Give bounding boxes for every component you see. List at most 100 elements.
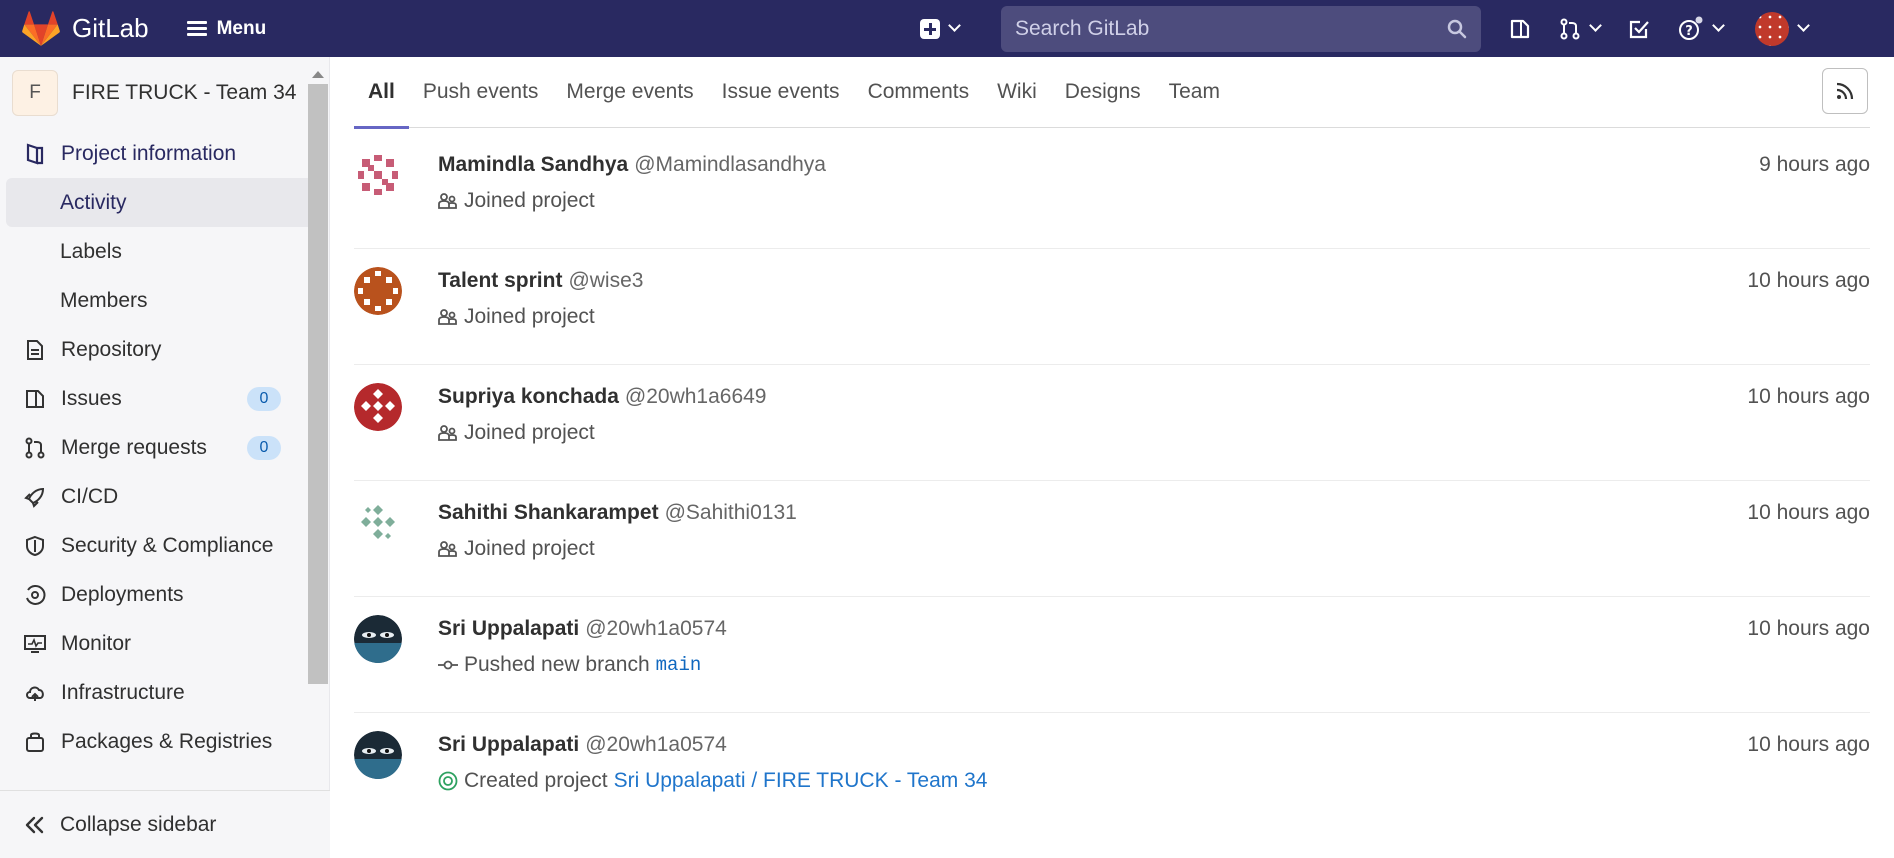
list-item: Sri Uppalapati @20wh1a0574 Pushed new bra… bbox=[354, 597, 1870, 713]
event-timestamp: 10 hours ago bbox=[1747, 385, 1870, 408]
help-nav-button[interactable]: ? bbox=[1678, 16, 1725, 42]
users-icon bbox=[438, 424, 458, 442]
branch-link[interactable]: main bbox=[656, 654, 702, 676]
document-icon bbox=[24, 339, 46, 361]
svg-text:?: ? bbox=[1685, 24, 1693, 39]
tab-issue-events[interactable]: Issue events bbox=[720, 57, 842, 128]
sidebar-item-label: Merge requests bbox=[61, 435, 207, 459]
sidebar-item-issues[interactable]: Issues 0 bbox=[0, 374, 329, 423]
brand-name: GitLab bbox=[72, 13, 149, 43]
event-action: Joined project bbox=[464, 305, 595, 328]
list-item: Sahithi Shankarampet @Sahithi0131 Joined … bbox=[354, 481, 1870, 597]
sidebar-item-repository[interactable]: Repository bbox=[0, 325, 329, 374]
menu-button[interactable]: Menu bbox=[186, 17, 267, 40]
issues-nav-button[interactable] bbox=[1509, 18, 1531, 40]
main-content: All Push events Merge events Issue event… bbox=[330, 57, 1894, 858]
status-success-icon bbox=[438, 771, 458, 791]
project-header[interactable]: F FIRE TRUCK - Team 34 bbox=[0, 57, 329, 129]
collapse-sidebar-button[interactable]: Collapse sidebar bbox=[0, 790, 330, 858]
users-icon bbox=[438, 308, 458, 326]
sidebar-subitem-members[interactable]: Members bbox=[0, 276, 329, 325]
todos-nav-button[interactable] bbox=[1628, 18, 1650, 40]
sidebar-scrollbar[interactable] bbox=[308, 69, 328, 689]
sidebar-subitem-activity[interactable]: Activity bbox=[6, 178, 323, 227]
merge-request-icon bbox=[24, 437, 46, 459]
chevron-down-icon bbox=[1797, 19, 1810, 32]
event-author-name[interactable]: Sri Uppalapati bbox=[438, 733, 579, 756]
users-icon bbox=[438, 540, 458, 558]
sidebar-item-label: Issues bbox=[61, 386, 122, 410]
tanuki-icon bbox=[22, 10, 60, 46]
scroll-up-arrow-icon[interactable] bbox=[312, 71, 324, 78]
sidebar-item-packages-registries[interactable]: Packages & Registries bbox=[0, 717, 329, 766]
sidebar-subitem-labels[interactable]: Labels bbox=[0, 227, 329, 276]
avatar[interactable] bbox=[354, 731, 402, 779]
sidebar-item-label: Packages & Registries bbox=[61, 729, 273, 753]
todo-check-icon bbox=[1629, 20, 1649, 38]
sidebar-subitem-label: Labels bbox=[60, 239, 122, 263]
list-item: Talent sprint @wise3 Joined project 10 ho… bbox=[354, 249, 1870, 365]
rocket-icon bbox=[24, 486, 46, 508]
help-icon: ? bbox=[1679, 16, 1703, 40]
gitlab-logo[interactable]: GitLab bbox=[22, 0, 149, 57]
shield-icon bbox=[24, 535, 46, 557]
scrollbar-thumb[interactable] bbox=[308, 84, 328, 684]
event-timestamp: 10 hours ago bbox=[1747, 617, 1870, 640]
avatar[interactable] bbox=[354, 151, 402, 199]
event-author-name[interactable]: Mamindla Sandhya bbox=[438, 153, 628, 176]
event-action: Created project bbox=[464, 769, 608, 792]
sidebar-item-security-compliance[interactable]: Security & Compliance bbox=[0, 521, 329, 570]
event-author-name[interactable]: Talent sprint bbox=[438, 269, 562, 292]
sidebar-item-project-information[interactable]: Project information bbox=[0, 129, 329, 178]
commit-icon bbox=[438, 658, 458, 672]
plus-square-icon bbox=[920, 18, 940, 39]
activity-feed: Mamindla Sandhya @Mamindlasandhya Joined … bbox=[354, 133, 1870, 829]
deployments-icon bbox=[24, 584, 46, 606]
sidebar-item-label: Infrastructure bbox=[61, 680, 185, 704]
merge-requests-nav-button[interactable] bbox=[1559, 18, 1602, 40]
project-link[interactable]: Sri Uppalapati / FIRE TRUCK - Team 34 bbox=[614, 769, 988, 793]
tab-wiki[interactable]: Wiki bbox=[995, 57, 1039, 128]
sidebar-item-merge-requests[interactable]: Merge requests 0 bbox=[0, 423, 329, 472]
package-icon bbox=[24, 731, 46, 753]
sidebar-item-cicd[interactable]: CI/CD bbox=[0, 472, 329, 521]
event-author-handle[interactable]: @20wh1a0574 bbox=[585, 733, 727, 756]
event-author-name[interactable]: Sahithi Shankarampet bbox=[438, 501, 659, 524]
event-timestamp: 10 hours ago bbox=[1747, 269, 1870, 292]
sidebar-item-deployments[interactable]: Deployments bbox=[0, 570, 329, 619]
rss-feed-button[interactable] bbox=[1822, 68, 1868, 114]
tab-team[interactable]: Team bbox=[1167, 57, 1222, 128]
tab-merge-events[interactable]: Merge events bbox=[564, 57, 695, 128]
avatar[interactable] bbox=[354, 383, 402, 431]
list-item: Mamindla Sandhya @Mamindlasandhya Joined … bbox=[354, 133, 1870, 249]
search-input[interactable]: Search GitLab bbox=[1001, 5, 1481, 52]
menu-label: Menu bbox=[216, 17, 267, 39]
sidebar-item-monitor[interactable]: Monitor bbox=[0, 619, 329, 668]
chevron-down-icon bbox=[948, 19, 961, 32]
tab-designs[interactable]: Designs bbox=[1063, 57, 1143, 128]
avatar[interactable] bbox=[354, 615, 402, 663]
event-author-handle[interactable]: @20wh1a0574 bbox=[585, 617, 727, 640]
avatar[interactable] bbox=[354, 267, 402, 315]
event-author-name[interactable]: Sri Uppalapati bbox=[438, 617, 579, 640]
list-item: Sri Uppalapati @20wh1a0574 Created projec… bbox=[354, 713, 1870, 829]
new-dropdown-button[interactable] bbox=[920, 18, 961, 39]
event-author-name[interactable]: Supriya konchada bbox=[438, 385, 619, 408]
user-menu-button[interactable] bbox=[1751, 11, 1810, 46]
event-author-handle[interactable]: @Sahithi0131 bbox=[665, 501, 797, 524]
event-author-handle[interactable]: @20wh1a6649 bbox=[625, 385, 767, 408]
avatar[interactable] bbox=[354, 499, 402, 547]
tab-comments[interactable]: Comments bbox=[866, 57, 972, 128]
tab-push-events[interactable]: Push events bbox=[421, 57, 541, 128]
event-author-handle[interactable]: @Mamindlasandhya bbox=[634, 153, 826, 176]
sidebar-item-infrastructure[interactable]: Infrastructure bbox=[0, 668, 329, 717]
tab-all[interactable]: All bbox=[354, 57, 409, 129]
sidebar-subitem-label: Activity bbox=[60, 190, 127, 214]
event-author-handle[interactable]: @wise3 bbox=[568, 269, 643, 292]
chevron-down-icon bbox=[1589, 19, 1602, 32]
double-chevron-left-icon bbox=[24, 815, 46, 835]
event-action: Joined project bbox=[464, 421, 595, 444]
issues-icon bbox=[24, 388, 46, 410]
activity-tabs: All Push events Merge events Issue event… bbox=[354, 57, 1870, 129]
sidebar-subitem-label: Members bbox=[60, 288, 148, 312]
